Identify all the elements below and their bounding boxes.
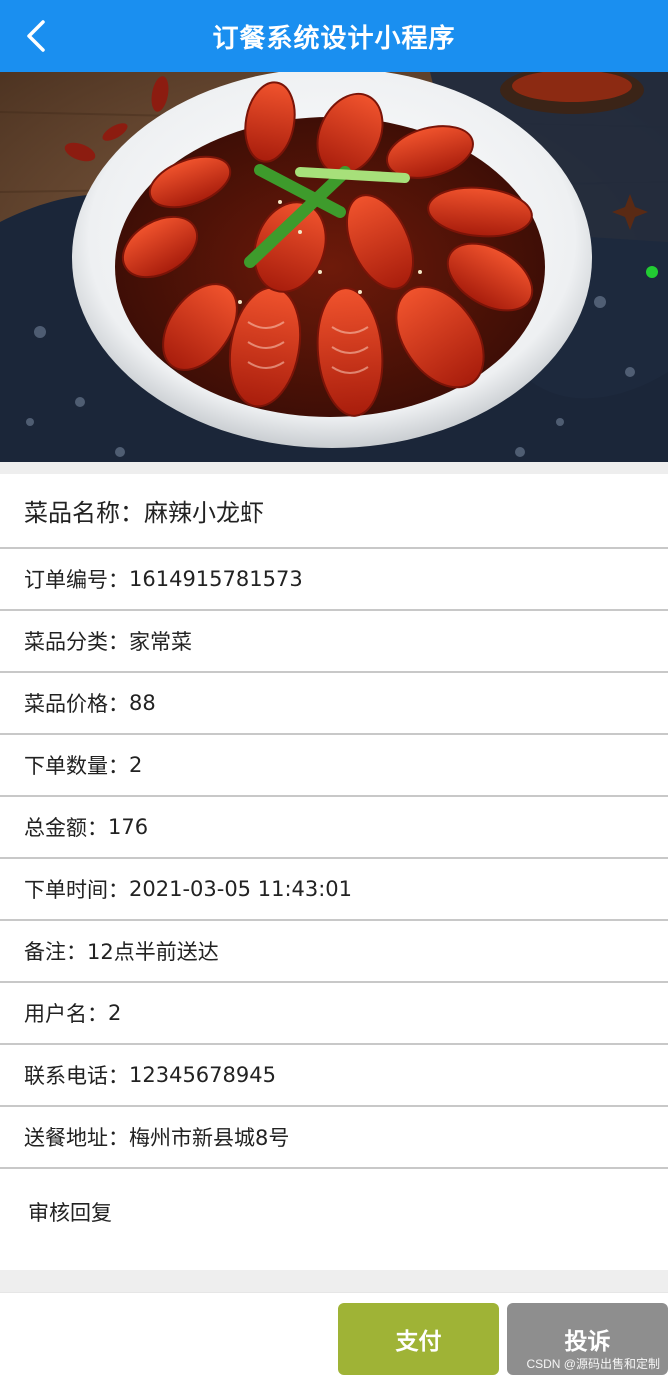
review-reply-section: 审核回复 xyxy=(0,1169,668,1273)
total-amount-row: 总金额： 176 xyxy=(0,797,668,859)
field-value: 12345678945 xyxy=(129,1063,276,1087)
dish-name-label: 菜品名称： xyxy=(24,499,144,527)
page-title: 订餐系统设计小程序 xyxy=(212,23,456,54)
note-row: 备注： 12点半前送达 xyxy=(0,921,668,983)
field-label: 送餐地址： xyxy=(24,1126,129,1150)
field-label: 菜品分类： xyxy=(24,630,129,654)
field-label: 备注： xyxy=(24,940,87,964)
field-value: 家常菜 xyxy=(129,630,192,654)
nav-bar: 订餐系统设计小程序 xyxy=(0,0,668,72)
dish-name-row: 菜品名称： 麻辣小龙虾 xyxy=(0,474,668,549)
section-divider xyxy=(0,462,668,474)
pay-button[interactable]: 支付 xyxy=(338,1303,499,1375)
review-reply-label: 审核回复 xyxy=(28,1201,112,1225)
order-time-row: 下单时间： 2021-03-05 11:43:01 xyxy=(0,859,668,921)
order-number-row: 订单编号： 1614915781573 xyxy=(0,549,668,611)
field-label: 联系电话： xyxy=(24,1064,129,1088)
order-details: 菜品名称： 麻辣小龙虾 订单编号： 1614915781573 菜品分类： 家常… xyxy=(0,474,668,1273)
field-value: 2 xyxy=(108,1001,122,1025)
watermark: CSDN @源码出售和定制 xyxy=(526,1357,660,1371)
field-value: 12点半前送达 xyxy=(87,940,219,964)
field-label: 订单编号： xyxy=(24,568,129,592)
field-value: 2 xyxy=(129,753,143,777)
username-row: 用户名： 2 xyxy=(0,983,668,1045)
action-bar: 支付 投诉 CSDN @源码出售和定制 xyxy=(0,1292,668,1380)
price-row: 菜品价格： 88 xyxy=(0,673,668,735)
field-label: 总金额： xyxy=(24,816,108,840)
chevron-left-icon xyxy=(27,20,45,52)
field-label: 下单数量： xyxy=(24,754,129,778)
back-button[interactable] xyxy=(18,16,54,56)
field-value: 2021-03-05 11:43:01 xyxy=(129,877,353,901)
section-divider xyxy=(0,1270,668,1292)
address-row: 送餐地址： 梅州市新县城8号 xyxy=(0,1107,668,1169)
field-value: 1614915781573 xyxy=(129,567,303,591)
phone-row: 联系电话： 12345678945 xyxy=(0,1045,668,1107)
quantity-row: 下单数量： 2 xyxy=(0,735,668,797)
field-label: 下单时间： xyxy=(24,878,129,902)
field-label: 菜品价格： xyxy=(24,692,129,716)
field-value: 梅州市新县城8号 xyxy=(129,1126,290,1150)
field-label: 用户名： xyxy=(24,1002,108,1026)
category-row: 菜品分类： 家常菜 xyxy=(0,611,668,673)
dish-name-value: 麻辣小龙虾 xyxy=(144,499,264,527)
dish-image xyxy=(0,72,668,462)
field-value: 176 xyxy=(108,815,149,839)
field-value: 88 xyxy=(129,691,156,715)
